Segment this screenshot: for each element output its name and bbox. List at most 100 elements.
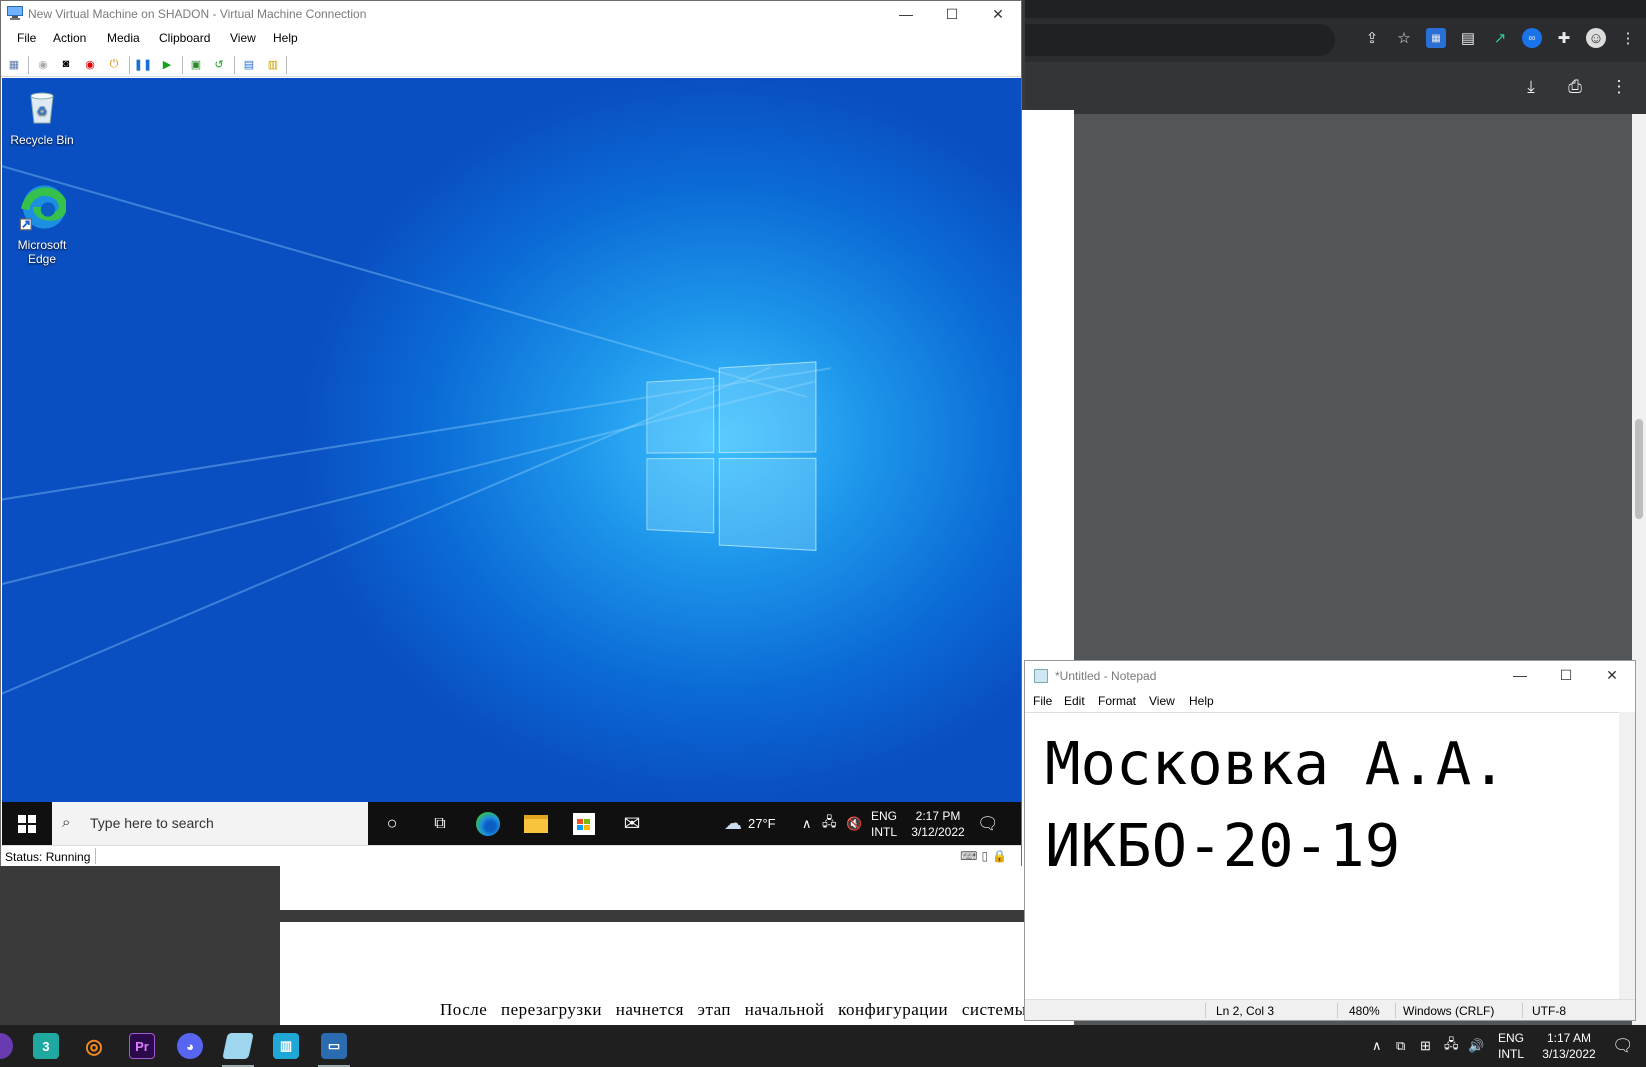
document-page: После перезагрузки начнется этап начальн… — [280, 922, 1074, 1032]
cortana-icon[interactable]: ○ — [368, 802, 416, 845]
menu-help[interactable]: Help — [273, 31, 298, 45]
store-icon[interactable] — [560, 802, 608, 845]
windows-logo — [646, 361, 820, 563]
ctrl-alt-del-icon[interactable]: ▦ — [6, 56, 22, 72]
clock-date: 3/13/2022 — [1542, 1047, 1596, 1061]
mail-icon[interactable]: ✉ — [608, 802, 656, 845]
taskbar-app-partial[interactable] — [0, 1025, 24, 1067]
vm-status-text: Status: Running — [5, 850, 91, 864]
taskbar-app-blender[interactable]: ◎ — [70, 1025, 118, 1067]
menu-format[interactable]: Format — [1098, 694, 1136, 708]
turn-off-icon[interactable]: ◙ — [58, 56, 74, 72]
save-state-icon[interactable]: ⏻ — [106, 56, 122, 72]
discord-icon: ◕ — [177, 1033, 203, 1059]
taskbar-app-vmconnect[interactable]: ▭ — [310, 1025, 358, 1067]
taskbar-app-premiere[interactable]: Pr — [118, 1025, 166, 1067]
task-view-icon[interactable]: ⧉ — [416, 802, 464, 845]
vm-taskbar: ⌕ Type here to search ○ ⧉ ✉ ☁ 27°F ∧ 🖧 🔇… — [2, 802, 1021, 845]
extension-icon[interactable]: ▦ — [1426, 28, 1446, 48]
taskbar-app-buildings[interactable]: ▥ — [262, 1025, 310, 1067]
menu-clipboard[interactable]: Clipboard — [159, 31, 210, 45]
show-hidden-icons-chevron-icon[interactable]: ∧ — [802, 802, 812, 845]
tray-app-icon[interactable]: ⧉ — [1396, 1025, 1405, 1067]
host-clock[interactable]: 1:17 AM 3/13/2022 — [1536, 1025, 1602, 1067]
extension-blue-icon[interactable]: ∞ — [1522, 28, 1542, 48]
taskbar-app-discord[interactable]: ◕ — [166, 1025, 214, 1067]
taskbar-app-notepad[interactable] — [214, 1025, 262, 1067]
language-indicator[interactable]: ENG INTL — [871, 802, 897, 845]
share-icon[interactable]: ⇪ — [1362, 28, 1382, 48]
menu-file[interactable]: File — [1033, 694, 1052, 708]
menu-file[interactable]: File — [17, 31, 36, 45]
pause-icon[interactable]: ❚❚ — [134, 56, 152, 72]
start-button[interactable] — [2, 802, 52, 845]
taskbar-search-box[interactable]: ⌕ Type here to search — [52, 802, 368, 845]
notepad-text-area[interactable]: Московка А.А. ИКБО-20-19 — [1025, 712, 1621, 1001]
checkpoint-icon[interactable]: ▣ — [188, 56, 204, 72]
file-explorer-icon[interactable] — [512, 802, 560, 845]
reader-icon[interactable]: ▤ — [1458, 28, 1478, 48]
share-icon[interactable]: ▥ — [265, 56, 281, 72]
document-paragraph: После перезагрузки начнется этап начальн… — [440, 1000, 1032, 1019]
lang-layout: INTL — [1498, 1047, 1525, 1061]
vm-window-title: New Virtual Machine on SHADON - Virtual … — [28, 7, 367, 21]
search-icon: ⌕ — [62, 814, 71, 831]
weather-widget[interactable]: ☁ 27°F — [724, 802, 776, 845]
more-options-icon[interactable]: ⋮ — [1608, 76, 1630, 98]
show-hidden-icons-chevron-icon[interactable]: ∧ — [1372, 1025, 1382, 1067]
vm-titlebar[interactable]: New Virtual Machine on SHADON - Virtual … — [1, 1, 1021, 27]
menu-view[interactable]: View — [1149, 694, 1175, 708]
profile-avatar[interactable]: ☺ — [1586, 28, 1606, 48]
revert-icon[interactable]: ↺ — [211, 56, 227, 72]
address-bar[interactable] — [1025, 24, 1335, 56]
taskbar-app-3dsmax[interactable]: 3 — [22, 1025, 70, 1067]
network-icon[interactable]: 🖧 — [822, 802, 837, 845]
notepad-scrollbar[interactable] — [1619, 712, 1635, 1001]
language-indicator[interactable]: ENG INTL — [1498, 1025, 1524, 1067]
resume-icon[interactable]: ▶ — [159, 56, 175, 72]
extension-green-icon[interactable]: ↗ — [1490, 28, 1510, 48]
enhanced-session-icon[interactable]: ▤ — [241, 56, 257, 72]
clock-time: 1:17 AM — [1546, 1031, 1592, 1045]
start-vm-icon[interactable]: ◉ — [35, 56, 51, 72]
menu-media[interactable]: Media — [107, 31, 140, 45]
windows-start-icon — [18, 814, 36, 833]
download-icon[interactable]: ⤓ — [1520, 76, 1542, 98]
shutdown-icon[interactable]: ◉ — [82, 56, 98, 72]
bookmark-star-icon[interactable]: ☆ — [1394, 28, 1414, 48]
close-button[interactable]: ✕ — [1589, 662, 1635, 688]
notepad-titlebar[interactable]: *Untitled - Notepad — ☐ ✕ — [1025, 661, 1635, 689]
tray-network-adapter-icon[interactable]: ⊞ — [1420, 1025, 1431, 1067]
menu-help[interactable]: Help — [1189, 694, 1214, 708]
mouse-icon: ▯ — [981, 849, 989, 863]
maximize-button[interactable]: ☐ — [929, 1, 975, 27]
desktop-icon-recycle-bin[interactable]: ♻ Recycle Bin — [4, 86, 80, 147]
keyboard-icon: ⌨ — [960, 849, 978, 863]
notepad-taskbar-icon — [222, 1033, 254, 1059]
host-taskbar: 3 ◎ Pr ◕ ▥ ▭ ∧ ⧉ ⊞ 🖧 🔊 ENG INTL 1:17 AM … — [0, 1025, 1646, 1067]
notepad-title: *Untitled - Notepad — [1055, 669, 1157, 683]
minimize-button[interactable]: — — [883, 1, 929, 27]
volume-muted-icon[interactable]: 🔇 — [846, 802, 862, 845]
maximize-button[interactable]: ☐ — [1543, 662, 1589, 688]
close-button[interactable]: ✕ — [975, 1, 1021, 27]
vm-desktop[interactable]: ♻ Recycle Bin Microsoft Edge ⌕ Type here… — [2, 78, 1021, 845]
notepad-statusbar: Ln 2, Col 3 480% Windows (CRLF) UTF-8 — [1025, 999, 1635, 1020]
desktop-icon-edge[interactable]: Microsoft Edge — [4, 183, 80, 266]
scrollbar-thumb[interactable] — [1635, 419, 1643, 519]
extensions-puzzle-icon[interactable]: ✚ — [1554, 28, 1574, 48]
menu-action[interactable]: Action — [53, 31, 86, 45]
text-line-1: Московка А.А. — [1045, 729, 1507, 798]
action-center-icon[interactable]: 🗨 — [1612, 1025, 1634, 1067]
menu-view[interactable]: View — [230, 31, 256, 45]
print-icon[interactable]: ⎙ — [1564, 76, 1586, 98]
taskbar-edge-icon[interactable] — [464, 802, 512, 845]
vm-clock[interactable]: 2:17 PM 3/12/2022 — [908, 802, 968, 845]
network-icon[interactable]: 🖧 — [1444, 1025, 1459, 1067]
minimize-button[interactable]: — — [1497, 662, 1543, 688]
action-center-icon[interactable]: 🗨 — [977, 802, 999, 845]
menu-edit[interactable]: Edit — [1064, 694, 1085, 708]
volume-icon[interactable]: 🔊 — [1468, 1025, 1484, 1067]
browser-menu-icon[interactable]: ⋮ — [1618, 28, 1638, 48]
recycle-bin-icon: ♻ — [30, 92, 54, 124]
